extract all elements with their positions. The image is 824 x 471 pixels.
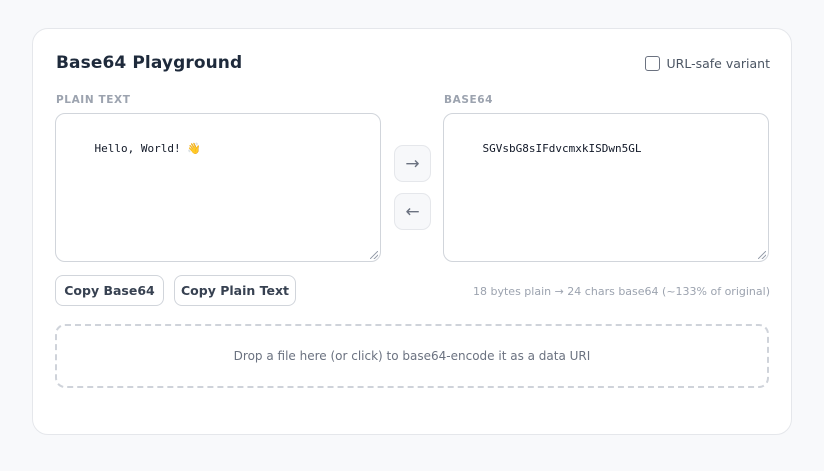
- encode-button[interactable]: →: [394, 145, 431, 182]
- copy-plain-text-button[interactable]: Copy Plain Text: [174, 275, 296, 306]
- dropzone-text: Drop a file here (or click) to base64-en…: [233, 349, 591, 363]
- size-stats: 18 bytes plain → 24 chars base64 (~133% …: [473, 285, 770, 298]
- plain-text-input[interactable]: Hello, World! 👋: [55, 113, 381, 262]
- base64-label: BASE64: [444, 94, 494, 106]
- file-dropzone[interactable]: Drop a file here (or click) to base64-en…: [55, 324, 769, 388]
- plain-text-value: Hello, World! 👋: [94, 142, 201, 155]
- plain-text-label: PLAIN TEXT: [56, 94, 131, 106]
- url-safe-label: URL-safe variant: [666, 56, 770, 71]
- url-safe-toggle[interactable]: URL-safe variant: [644, 56, 770, 71]
- resize-handle-icon[interactable]: [758, 251, 766, 259]
- base64-input[interactable]: SGVsbG8sIFdvcmxkISDwn5GL: [443, 113, 769, 262]
- resize-handle-icon[interactable]: [370, 251, 378, 259]
- base64-value: SGVsbG8sIFdvcmxkISDwn5GL: [482, 142, 642, 155]
- copy-base64-button[interactable]: Copy Base64: [55, 275, 164, 306]
- page-title: Base64 Playground: [56, 53, 243, 73]
- playground-card: Base64 Playground URL-safe variant PLAIN…: [32, 28, 792, 435]
- decode-button[interactable]: ←: [394, 193, 431, 230]
- url-safe-checkbox[interactable]: [644, 56, 660, 71]
